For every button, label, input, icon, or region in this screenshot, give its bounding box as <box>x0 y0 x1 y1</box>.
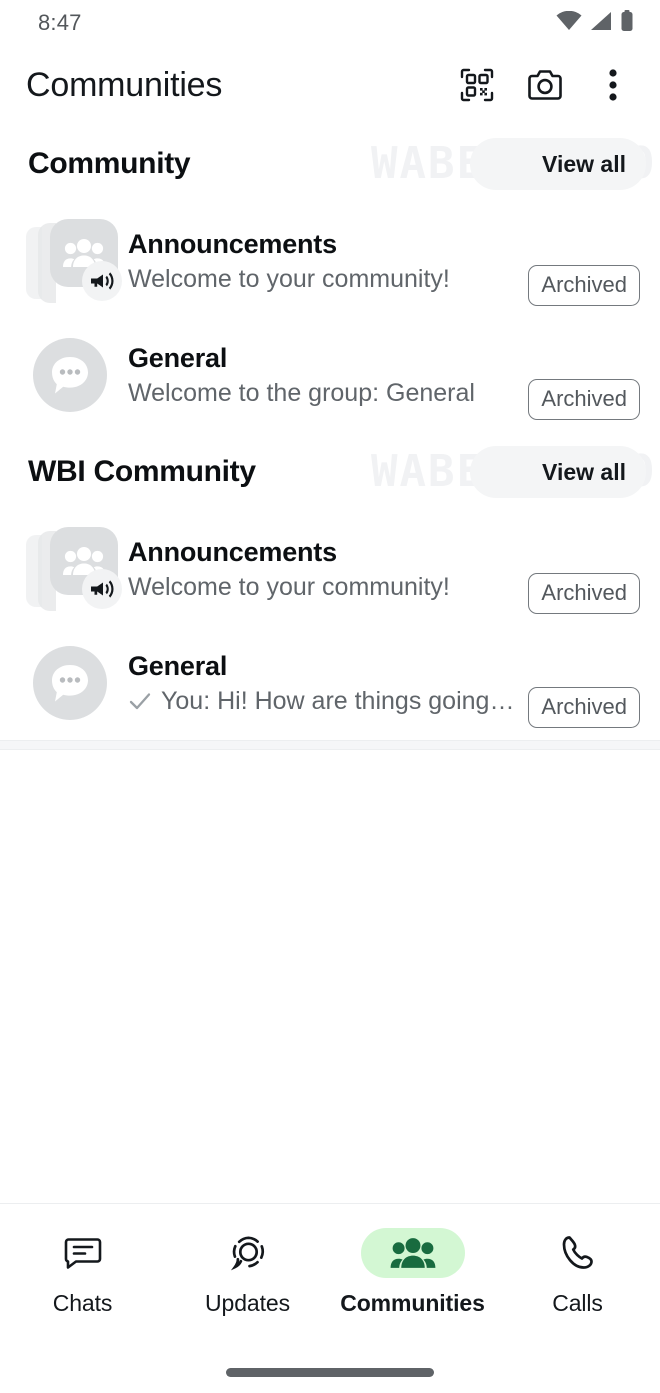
chat-row-text: General You: Hi! How are things going… <box>120 651 518 716</box>
tab-communities-label: Communities <box>340 1290 485 1316</box>
overflow-menu-icon[interactable] <box>592 64 634 106</box>
status-time: 8:47 <box>38 10 82 35</box>
cellular-signal-icon <box>589 11 613 36</box>
app-bar: Communities <box>0 46 660 124</box>
community-section-header: WBI Community WABETAINFO View all <box>0 432 660 512</box>
tab-chats[interactable]: Chats <box>0 1228 165 1317</box>
chat-row[interactable]: Announcements Welcome to your community!… <box>0 204 660 318</box>
home-indicator[interactable] <box>226 1367 434 1377</box>
chat-title: Announcements <box>128 536 337 567</box>
view-all-button[interactable]: View all <box>528 449 640 496</box>
chat-subtitle: Welcome to the group: General <box>128 379 518 408</box>
community-name: Community <box>28 147 191 180</box>
chat-subtitle-text: Welcome to your community! <box>128 264 450 293</box>
chats-icon <box>64 1238 101 1269</box>
app-bar-actions <box>456 64 640 106</box>
megaphone-icon <box>91 272 114 290</box>
announcement-group-avatar <box>20 523 122 615</box>
calls-pill <box>526 1228 630 1278</box>
status-badge: Archived <box>528 265 640 306</box>
communities-list: Community WABETAINFO View all <box>0 124 660 1203</box>
chat-subtitle-text: Welcome to your community! <box>128 572 450 601</box>
status-badge: Archived <box>528 573 640 614</box>
chat-subtitle: Welcome to your community! <box>128 573 518 602</box>
group-chat-avatar <box>20 329 120 421</box>
community-name: WBI Community <box>28 455 256 488</box>
status-badge: Archived <box>528 687 640 728</box>
communities-pill <box>360 1228 465 1278</box>
chat-row-text: Announcements Welcome to your community! <box>120 537 518 602</box>
tab-calls-label: Calls <box>552 1290 603 1316</box>
avatar-circle <box>33 338 107 412</box>
chat-row[interactable]: General Welcome to the group: General Ar… <box>0 318 660 432</box>
tab-communities[interactable]: Communities <box>330 1228 495 1317</box>
camera-icon[interactable] <box>524 64 566 106</box>
chat-title: General <box>128 650 228 681</box>
updates-pill <box>196 1228 300 1278</box>
status-badge: Archived <box>528 379 640 420</box>
home-indicator-area <box>0 1351 660 1393</box>
qr-code-icon[interactable] <box>456 64 498 106</box>
group-chat-avatar <box>20 637 120 729</box>
bottom-navigation: Chats Updates Communities Calls <box>0 1203 660 1351</box>
chat-title: Announcements <box>128 228 337 259</box>
community-section-header: Community WABETAINFO View all <box>0 124 660 204</box>
calls-icon <box>562 1236 593 1269</box>
megaphone-icon <box>91 580 114 598</box>
view-all-button[interactable]: View all <box>528 141 640 188</box>
megaphone-badge <box>82 569 122 609</box>
chat-row[interactable]: Announcements Welcome to your community!… <box>0 512 660 626</box>
status-bar: 8:47 <box>0 0 660 46</box>
tab-calls[interactable]: Calls <box>495 1228 660 1317</box>
tab-updates[interactable]: Updates <box>165 1228 330 1317</box>
chat-row-text: General Welcome to the group: General <box>120 343 518 408</box>
chat-subtitle-text: Welcome to the group: General <box>128 378 475 407</box>
announcement-group-avatar <box>20 215 122 307</box>
chat-row[interactable]: General You: Hi! How are things going… A… <box>0 626 660 740</box>
chat-subtitle: You: Hi! How are things going… <box>128 687 518 716</box>
tab-updates-label: Updates <box>205 1290 290 1316</box>
chats-pill <box>31 1228 135 1278</box>
megaphone-badge <box>82 261 122 301</box>
communities-icon <box>390 1238 435 1268</box>
avatar-circle <box>33 646 107 720</box>
speech-bubble-icon <box>52 357 88 394</box>
battery-icon <box>620 9 634 37</box>
tab-chats-label: Chats <box>52 1290 113 1316</box>
chat-title: General <box>128 342 228 373</box>
chat-row-text: Announcements Welcome to your community! <box>120 229 518 294</box>
section-divider <box>0 740 660 750</box>
page-title: Communities <box>26 65 223 104</box>
message-sent-check-icon <box>128 691 152 711</box>
chat-subtitle: Welcome to your community! <box>128 265 518 294</box>
wifi-icon <box>556 10 582 36</box>
updates-icon <box>230 1236 264 1271</box>
status-icon-group <box>556 9 634 37</box>
speech-bubble-icon <box>52 665 88 702</box>
communities-screen: 8:47 Communities Community W A B E View … <box>0 0 660 1393</box>
chat-subtitle-text: You: Hi! How are things going… <box>161 686 515 715</box>
